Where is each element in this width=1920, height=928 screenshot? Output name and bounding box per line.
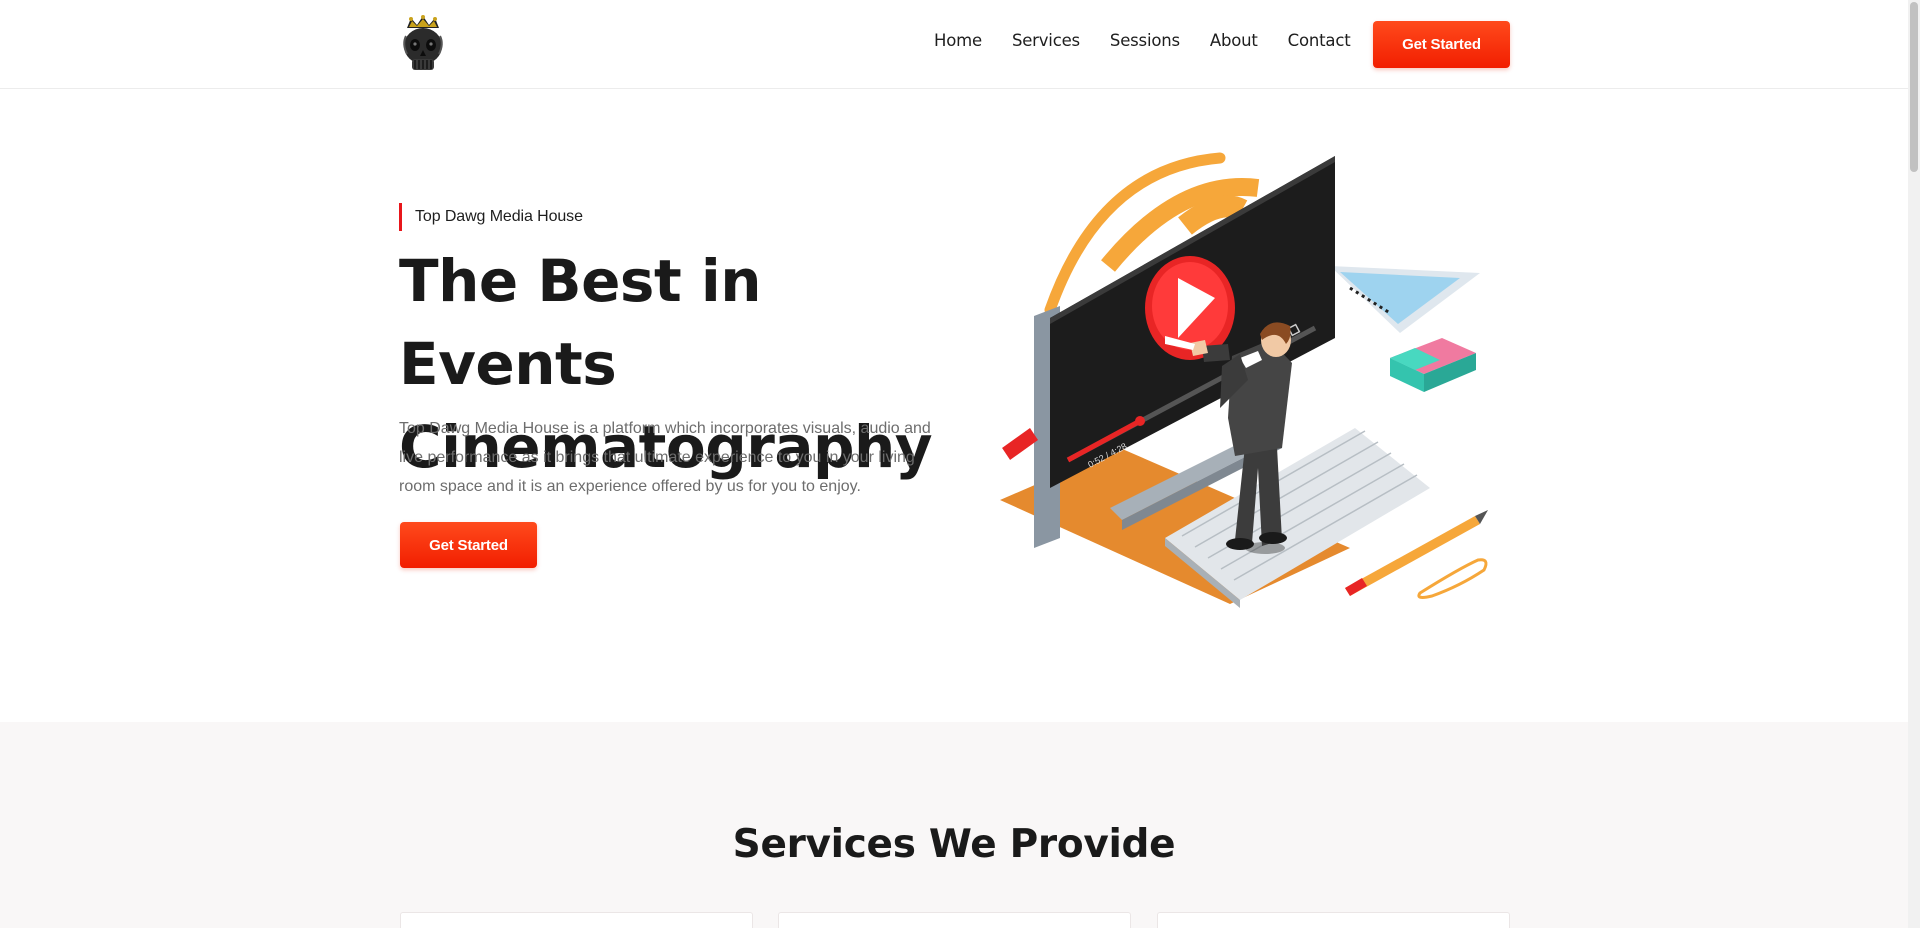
service-card[interactable] [778, 912, 1131, 928]
main-nav: Home Services Sessions About Contact [934, 31, 1380, 50]
skull-crown-logo[interactable] [398, 14, 448, 74]
nav-contact[interactable]: Contact [1288, 31, 1351, 50]
nav-about[interactable]: About [1210, 31, 1258, 50]
site-header: Home Services Sessions About Contact Get… [0, 0, 1908, 89]
service-card[interactable] [400, 912, 753, 928]
page-scrollbar[interactable] [1908, 0, 1920, 928]
nav-sessions[interactable]: Sessions [1110, 31, 1180, 50]
hero-eyebrow: Top Dawg Media House [399, 203, 583, 231]
nav-services[interactable]: Services [1012, 31, 1080, 50]
scrollbar-thumb[interactable] [1910, 2, 1918, 172]
nav-home[interactable]: Home [934, 31, 982, 50]
header-get-started-button[interactable]: Get Started [1373, 21, 1510, 68]
hero-eyebrow-text: Top Dawg Media House [415, 208, 583, 225]
hero-description: Top Dawg Media House is a platform which… [399, 420, 931, 495]
man-at-monitor-video-illustration: 0:52 / 4:28 [990, 148, 1490, 608]
service-card[interactable] [1157, 912, 1510, 928]
hero-get-started-button[interactable]: Get Started [400, 522, 537, 568]
services-title: Services We Provide [732, 822, 1176, 867]
